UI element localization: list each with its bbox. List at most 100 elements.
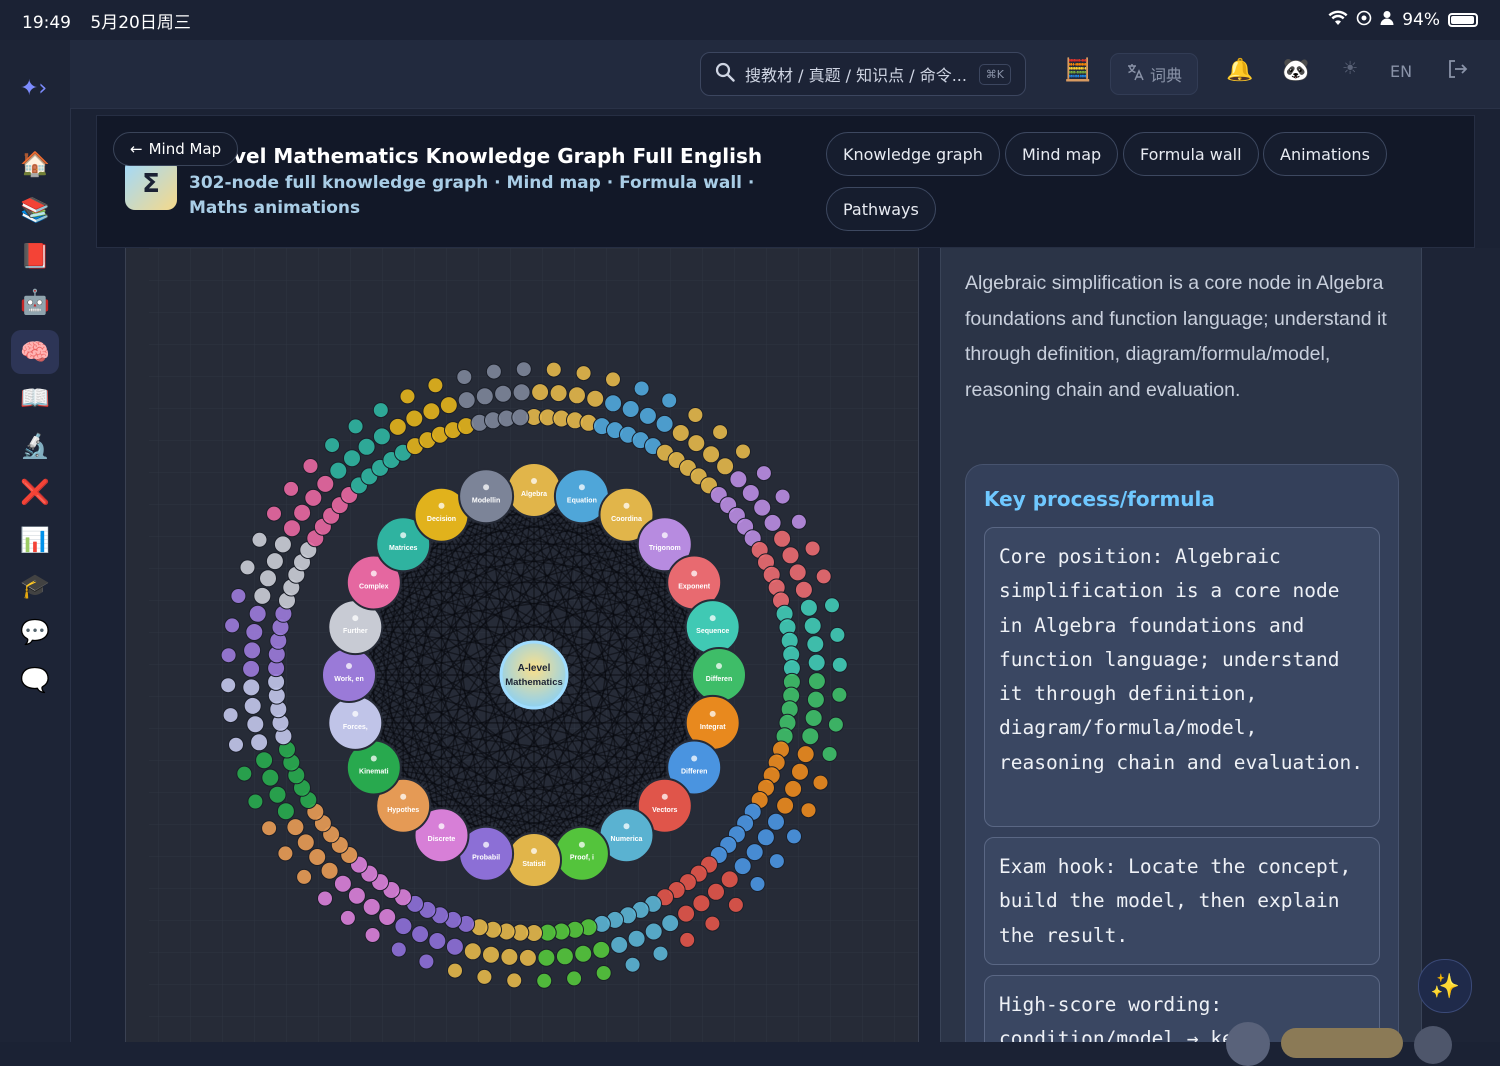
graph-leaf-node[interactable] [302,458,319,474]
graph-leaf-node[interactable] [796,745,815,764]
graph-center-node[interactable]: A-level Mathematics [499,640,569,710]
graph-leaf-node[interactable] [753,498,772,517]
graph-leaf-node[interactable] [343,449,361,468]
graph-leaf-node[interactable] [815,568,832,585]
logout-icon[interactable] [1446,58,1468,86]
graph-leaf-node[interactable] [604,394,623,413]
graph-leaf-node[interactable] [247,793,264,810]
graph-leaf-node[interactable] [727,896,744,913]
graph-leaf-node[interactable] [347,418,364,435]
graph-leaf-node[interactable] [627,929,646,948]
graph-leaf-node[interactable] [712,424,729,441]
graph-leaf-node[interactable] [621,400,640,418]
graph-leaf-node[interactable] [333,874,352,893]
graph-leaf-node[interactable] [512,383,531,402]
home-icon[interactable]: 🏠 [11,142,59,186]
graph-leaf-node[interactable] [362,897,381,916]
brain-icon[interactable]: 🧠 [11,330,59,374]
graph-leaf-node[interactable] [224,617,241,634]
graph-leaf-node[interactable] [702,445,721,464]
graph-leaf-node[interactable] [286,818,305,837]
graph-leaf-node[interactable] [246,715,265,734]
graph-leaf-node[interactable] [574,944,593,963]
graph-leaf-node[interactable] [418,953,435,970]
graph-leaf-node[interactable] [704,915,721,932]
graduation-icon[interactable]: 🎓 [11,564,59,608]
graph-leaf-node[interactable] [293,503,312,522]
abacus-icon[interactable]: 🧮 [1064,58,1091,83]
graph-leaf-node[interactable] [230,588,247,604]
graph-leaf-node[interactable] [253,586,272,605]
graph-leaf-node[interactable] [790,513,807,530]
graph-leaf-node[interactable] [707,882,725,901]
graph-leaf-node[interactable] [720,870,739,889]
floating-pill[interactable] [1281,1028,1403,1058]
tab-mind-map[interactable]: Mind map [1005,132,1119,176]
graph-leaf-node[interactable] [824,597,840,614]
graph-leaf-node[interactable] [428,932,447,950]
tab-knowledge-graph[interactable]: Knowledge graph [826,132,1000,176]
branch-circle[interactable] [327,694,384,751]
floating-action[interactable] [1414,1026,1452,1064]
graph-leaf-node[interactable] [515,361,532,378]
graph-leaf-node[interactable] [388,417,407,436]
graph-leaf-node[interactable] [296,868,313,885]
graph-leaf-node[interactable] [575,365,592,382]
graph-leaf-node[interactable] [531,383,550,402]
graph-leaf-node[interactable] [692,894,711,913]
graph-leaf-node[interactable] [308,848,327,866]
graph-leaf-node[interactable] [776,796,795,815]
graph-leaf-node[interactable] [222,707,239,724]
graph-leaf-node[interactable] [283,519,301,538]
graph-leaf-node[interactable] [549,384,568,403]
graph-leaf-node[interactable] [741,484,760,502]
bell-icon[interactable]: 🔔 [1226,58,1253,83]
graph-leaf-node[interactable] [228,736,244,753]
graph-leaf-node[interactable] [804,709,823,727]
graph-leaf-node[interactable] [774,488,791,505]
floating-avatar[interactable] [1226,1022,1270,1066]
graph-leaf-node[interactable] [390,941,407,958]
branch-circle[interactable] [506,462,562,518]
graph-leaf-node[interactable] [316,474,335,493]
graph-leaf-node[interactable] [804,540,821,557]
notebook-icon[interactable]: 📕 [11,234,59,278]
microscope-icon[interactable]: 🔬 [11,424,59,468]
graph-leaf-node[interactable] [243,696,262,715]
ai-assistant-button[interactable]: ✨ [1418,959,1472,1013]
graph-leaf-node[interactable] [339,909,356,926]
graph-leaf-node[interactable] [277,845,294,862]
graph-leaf-node[interactable] [638,406,657,425]
graph-leaf-node[interactable] [378,908,397,926]
graph-branch-node[interactable]: Work, en [321,647,377,703]
search-box[interactable]: 搜教材 / 真题 / 知识点 / 命令... ⌘K [700,52,1026,96]
graph-leaf-node[interactable] [236,765,253,782]
graph-leaf-node[interactable] [372,427,391,446]
graph-leaf-node[interactable] [633,380,650,397]
graph-leaf-node[interactable] [781,546,800,565]
graph-leaf-node[interactable] [729,470,748,489]
graph-leaf-node[interactable] [807,672,826,691]
graph-branch-node[interactable]: Forces, [327,694,384,751]
graph-leaf-node[interactable] [268,785,287,804]
graph-leaf-node[interactable] [511,408,530,427]
branch-circle[interactable] [506,832,562,888]
graph-leaf-node[interactable] [767,812,785,831]
graph-leaf-node[interactable] [445,937,464,956]
graph-leaf-node[interactable] [595,965,612,981]
graph-leaf-node[interactable] [411,925,430,944]
graph-leaf-node[interactable] [735,443,751,460]
graph-leaf-node[interactable] [259,569,277,588]
graph-leaf-node[interactable] [687,407,704,423]
graph-leaf-node[interactable] [791,762,809,781]
graph-leaf-node[interactable] [261,768,280,787]
graph-leaf-node[interactable] [679,931,696,948]
graph-branch-node[interactable]: Algebra [506,462,562,518]
graph-leaf-node[interactable] [324,437,341,454]
graph-leaf-node[interactable] [788,563,807,582]
graph-leaf-node[interactable] [586,389,605,408]
tab-animations[interactable]: Animations [1263,132,1387,176]
textbooks-icon[interactable]: 📚 [11,188,59,232]
graph-leaf-node[interactable] [605,371,621,388]
graph-leaf-node[interactable] [506,972,523,989]
